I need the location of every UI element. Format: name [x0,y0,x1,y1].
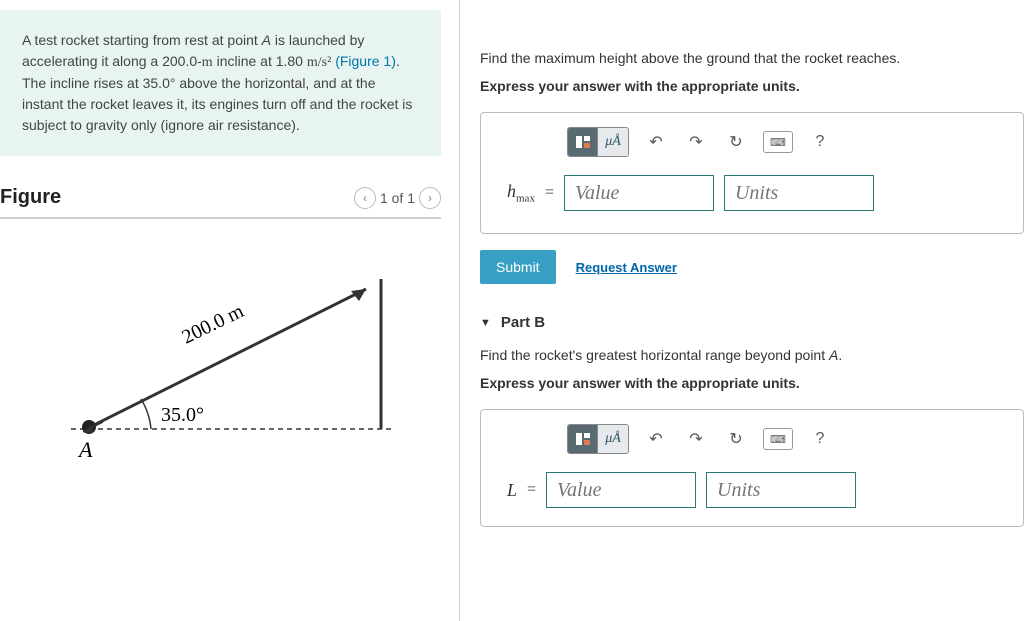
units-picker-button[interactable]: μÅ [598,425,628,453]
equals-sign: = [545,184,554,202]
templates-icon[interactable] [568,128,598,156]
part-b-header[interactable]: ▼ Part B [480,314,1024,331]
undo-icon[interactable]: ↶ [643,426,669,452]
templates-icon[interactable] [568,425,598,453]
chevron-down-icon: ▼ [480,317,491,329]
keyboard-icon[interactable]: ⌨ [763,131,793,153]
figure-heading: Figure [0,186,61,209]
format-buttons: μÅ [567,127,629,157]
figure-diagram: 200.0 m 35.0° A [0,249,441,469]
point-a-label: A [77,437,93,462]
redo-icon[interactable]: ↷ [683,129,709,155]
figure-counter: 1 of 1 [380,190,415,206]
problem-text: A test rocket starting from rest at poin… [22,32,262,48]
answer-toolbar: μÅ ↶ ↷ ↻ ⌨ ? [567,127,1007,157]
answer-toolbar-b: μÅ ↶ ↷ ↻ ⌨ ? [567,424,1007,454]
figure-nav: ‹ 1 of 1 › [354,187,441,209]
part-b-section: ▼ Part B Find the rocket's greatest hori… [480,314,1024,527]
redo-icon[interactable]: ↷ [683,426,709,452]
answer-panel: Find the maximum height above the ground… [460,0,1024,621]
part-b-title: Part B [501,314,545,331]
equals-sign: = [527,481,536,499]
reset-icon[interactable]: ↻ [723,129,749,155]
incline-angle-label: 35.0° [161,404,204,426]
reset-icon[interactable]: ↻ [723,426,749,452]
part-a-submit-row: Submit Request Answer [480,250,1024,284]
format-buttons-b: μÅ [567,424,629,454]
figure-prev-button[interactable]: ‹ [354,187,376,209]
problem-statement: A test rocket starting from rest at poin… [0,10,441,156]
help-icon[interactable]: ? [807,129,833,155]
undo-icon[interactable]: ↶ [643,129,669,155]
help-icon[interactable]: ? [807,426,833,452]
figure-next-button[interactable]: › [419,187,441,209]
part-b-answer-row: L = [507,472,1007,508]
incline-length-label: 200.0 m [178,300,247,349]
part-a-value-input[interactable] [564,175,714,211]
request-answer-link[interactable]: Request Answer [576,260,677,275]
part-a-answer-block: μÅ ↶ ↷ ↻ ⌨ ? hmax = [480,112,1024,234]
submit-button[interactable]: Submit [480,250,556,284]
part-b-instruction: Express your answer with the appropriate… [480,375,1024,391]
part-b-answer-block: μÅ ↶ ↷ ↻ ⌨ ? L = [480,409,1024,527]
part-a-instruction: Express your answer with the appropriate… [480,78,1024,94]
figure-header: Figure ‹ 1 of 1 › [0,186,441,219]
part-a-units-input[interactable] [724,175,874,211]
units-picker-button[interactable]: μÅ [598,128,628,156]
part-a-variable: hmax [507,181,535,205]
keyboard-icon[interactable]: ⌨ [763,428,793,450]
part-a-prompt: Find the maximum height above the ground… [480,50,1024,66]
part-b-variable: L [507,480,517,501]
point-a-ref: A [262,32,271,48]
part-b-units-input[interactable] [706,472,856,508]
figure-reference-link[interactable]: (Figure 1) [335,53,396,69]
part-a-section: Find the maximum height above the ground… [480,50,1024,284]
part-b-prompt: Find the rocket's greatest horizontal ra… [480,347,1024,363]
problem-panel: A test rocket starting from rest at poin… [0,0,460,621]
part-b-value-input[interactable] [546,472,696,508]
part-a-answer-row: hmax = [507,175,1007,211]
